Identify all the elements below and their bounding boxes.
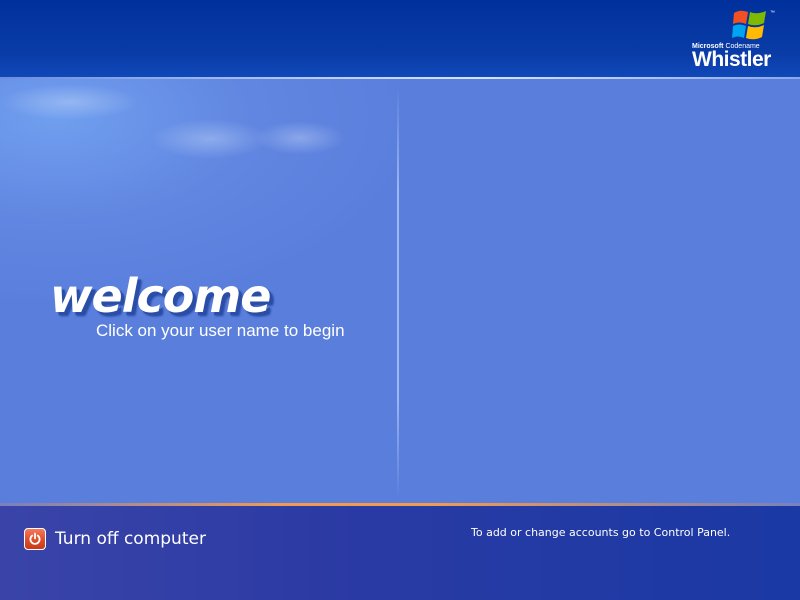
power-symbol-icon <box>29 532 41 545</box>
logo-product-name: Whistler <box>692 48 771 71</box>
welcome-title: welcome <box>50 269 271 323</box>
main-area: welcome Click on your user name to begin <box>0 79 800 503</box>
cloud-decoration <box>150 119 270 159</box>
top-bar: ™ Microsoft Codename Whistler <box>0 0 800 77</box>
bottom-bar: Turn off computer To add or change accou… <box>0 506 800 600</box>
trademark-mark: ™ <box>770 10 775 16</box>
windows-flag-icon <box>732 10 766 40</box>
cloud-decoration <box>255 121 345 155</box>
windows-whistler-logo: ™ Microsoft Codename Whistler <box>692 8 778 74</box>
welcome-instruction: Click on your user name to begin <box>96 321 345 340</box>
logon-screen: ™ Microsoft Codename Whistler welcome Cl… <box>0 0 800 600</box>
panel-divider <box>397 89 399 499</box>
turn-off-label[interactable]: Turn off computer <box>55 529 206 549</box>
accounts-hint: To add or change accounts go to Control … <box>471 526 731 539</box>
cloud-decoration <box>0 84 140 120</box>
power-icon[interactable] <box>24 528 46 550</box>
turn-off-computer-button[interactable]: Turn off computer <box>24 526 206 552</box>
